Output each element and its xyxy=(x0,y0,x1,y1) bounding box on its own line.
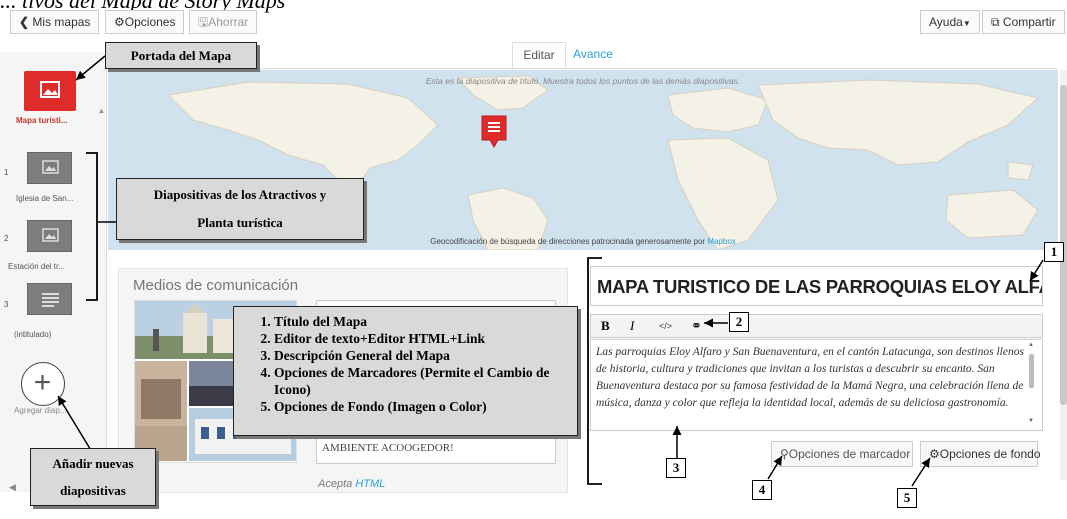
callout-add-slides: Añadir nuevas diapositivas xyxy=(30,448,156,506)
annotation-arrows xyxy=(57,55,1044,487)
badge-4: 4 xyxy=(752,480,772,500)
badge-2: 2 xyxy=(729,312,749,332)
badge-1: 1 xyxy=(1044,242,1064,262)
callout-slides: Diapositivas de los Atractivos y Planta … xyxy=(116,178,364,240)
badge-3: 3 xyxy=(666,458,686,478)
callout-cover: Portada del Mapa xyxy=(105,42,257,69)
callout-legend: Título del Mapa Editor de texto+Editor H… xyxy=(233,306,578,436)
badge-5: 5 xyxy=(897,488,917,508)
legend-list: Título del Mapa Editor de texto+Editor H… xyxy=(246,313,573,415)
